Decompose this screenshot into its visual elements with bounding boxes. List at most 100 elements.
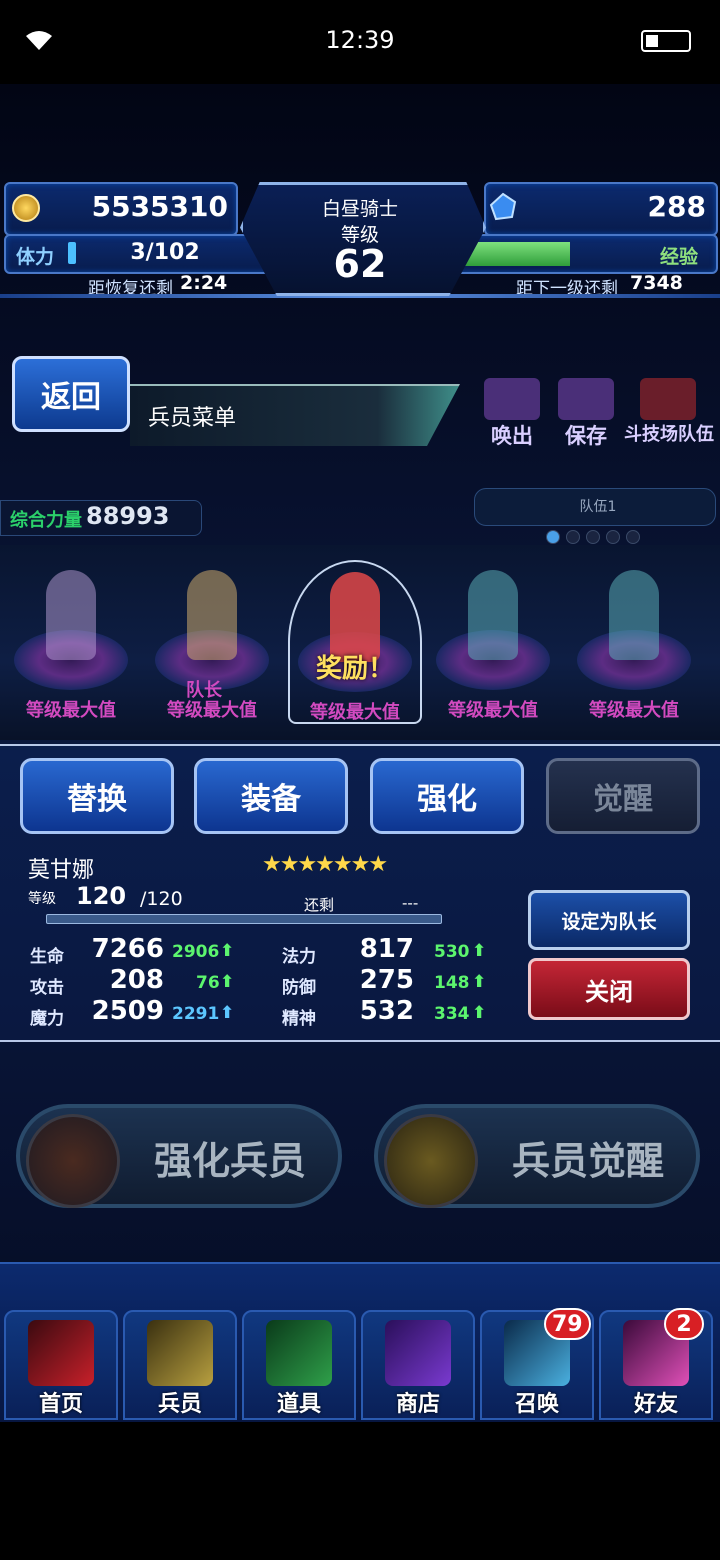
team-load-icon <box>484 378 540 420</box>
stat-value: 7266 <box>91 934 164 964</box>
equip-button[interactable]: 装备 <box>194 758 348 834</box>
load-team-label: 唤出 <box>491 424 533 448</box>
save-team-label: 保存 <box>565 424 607 448</box>
unit-slot-4[interactable]: 等级最大值 <box>428 560 558 721</box>
shop-icon <box>385 1320 451 1386</box>
stat-bonus: 2906 <box>172 942 220 962</box>
page-dot[interactable] <box>626 530 640 544</box>
stat-value: 2509 <box>91 996 164 1026</box>
unit-state: 等级最大值 <box>448 700 538 721</box>
unit-state: 等级最大值 <box>26 700 116 721</box>
page-dot[interactable] <box>586 530 600 544</box>
unit-level-max: /120 <box>140 888 183 910</box>
exp-remain-value: --- <box>402 894 419 912</box>
load-team-button[interactable]: 唤出 <box>478 372 546 448</box>
up-arrow-icon: ⬆ <box>220 1003 235 1023</box>
stamina-label: 体力 <box>16 246 55 268</box>
awaken-medal-icon <box>384 1114 478 1208</box>
save-team-button[interactable]: 保存 <box>552 372 620 448</box>
unit-level-label: 等级 <box>28 891 56 907</box>
gem-value: 288 <box>647 190 706 223</box>
enhance-unit-label: 强化兵员 <box>153 1139 306 1183</box>
page-dot[interactable] <box>606 530 620 544</box>
nav-items-label: 道具 <box>276 1392 321 1417</box>
screen-title: 兵员菜单 <box>148 406 237 431</box>
sword-home-icon <box>28 1320 94 1386</box>
awaken-unit-button[interactable]: 兵员觉醒 <box>374 1104 700 1208</box>
unit-hero-icon <box>147 1320 213 1386</box>
reward-badge: 奖励！ <box>316 654 395 684</box>
stat-bonus: 530 <box>434 942 470 962</box>
next-level-value: 7348 <box>630 272 683 294</box>
unit-sprite <box>46 570 96 660</box>
battery-icon <box>641 30 691 52</box>
up-arrow-icon: ⬆ <box>472 972 487 992</box>
party-label: 队伍1 <box>579 499 617 515</box>
nav-friends-label: 好友 <box>633 1392 678 1417</box>
close-button[interactable]: 关闭 <box>528 958 690 1020</box>
page-dot[interactable] <box>566 530 580 544</box>
level-value: 62 <box>333 242 387 286</box>
enhance-medal-icon <box>26 1114 120 1208</box>
up-arrow-icon: ⬆ <box>220 941 235 961</box>
exp-remain-label: 还剩 <box>304 896 335 914</box>
unit-slot-5[interactable]: 等级最大值 <box>569 560 699 721</box>
player-title: 白昼骑士 <box>321 198 398 220</box>
arena-team-button[interactable]: 斗技场队伍 <box>624 372 714 445</box>
stat-value: 208 <box>109 965 164 995</box>
gil-value: 5535310 <box>91 190 228 223</box>
lapis-gem-icon <box>489 192 517 221</box>
stat-value: 532 <box>359 996 414 1026</box>
replace-button[interactable]: 替换 <box>20 758 174 834</box>
nav-units-label: 兵员 <box>157 1392 202 1417</box>
stat-value: 817 <box>359 934 414 964</box>
nav-units[interactable]: 兵员 <box>123 1310 237 1420</box>
unit-slot-3[interactable]: 等级最大值 <box>288 560 422 724</box>
team-save-icon <box>558 378 614 420</box>
nav-shop-label: 商店 <box>395 1392 440 1417</box>
nav-home[interactable]: 首页 <box>4 1310 118 1420</box>
up-arrow-icon: ⬆ <box>472 941 487 961</box>
gil-coin-icon <box>12 194 40 222</box>
unit-sprite <box>468 570 518 660</box>
enhance-unit-button[interactable]: 强化兵员 <box>16 1104 342 1208</box>
unit-state: 等级最大值 <box>589 700 679 721</box>
stat-value: 275 <box>359 965 414 995</box>
stamina-value: 3/102 <box>130 240 200 265</box>
unit-name: 莫甘娜 <box>28 858 95 883</box>
power-label: 综合力量 <box>10 510 82 531</box>
power-value: 88993 <box>86 502 170 530</box>
exp-label: 经验 <box>660 246 699 268</box>
stat-bonus: 334 <box>434 1004 470 1024</box>
awaken-button: 觉醒 <box>546 758 700 834</box>
rarity-stars: ★★★★★★★ <box>262 852 388 877</box>
up-arrow-icon: ⬆ <box>472 1003 487 1023</box>
nav-shop[interactable]: 商店 <box>361 1310 475 1420</box>
unit-exp-bar <box>46 914 442 924</box>
arena-team-label: 斗技场队伍 <box>624 424 714 445</box>
page-dot[interactable] <box>546 530 560 544</box>
recover-time: 2:24 <box>180 272 228 294</box>
enhance-button[interactable]: 强化 <box>370 758 524 834</box>
unit-sprite <box>187 570 237 660</box>
set-leader-button[interactable]: 设定为队长 <box>528 890 690 950</box>
nav-home-label: 首页 <box>38 1392 83 1417</box>
unit-state: 等级最大值 <box>310 702 400 723</box>
friends-badge: 2 <box>664 1308 704 1340</box>
stamina-bar <box>68 242 76 264</box>
unit-sprite <box>609 570 659 660</box>
clock: 12:39 <box>325 26 395 54</box>
stat-bonus: 2291 <box>172 1004 220 1024</box>
back-button[interactable]: 返回 <box>12 356 130 432</box>
unit-slot-1[interactable]: 等级最大值 <box>6 560 136 721</box>
stat-bonus: 76 <box>196 973 220 993</box>
awaken-unit-label: 兵员觉醒 <box>511 1139 664 1183</box>
up-arrow-icon: ⬆ <box>220 972 235 992</box>
potion-icon <box>266 1320 332 1386</box>
nav-summon-label: 召唤 <box>514 1392 559 1417</box>
leader-tag: 队长 <box>186 680 222 701</box>
nav-items[interactable]: 道具 <box>242 1310 356 1420</box>
stat-bonus: 148 <box>434 973 470 993</box>
summon-badge: 79 <box>544 1308 591 1340</box>
bottom-letterbox <box>0 1420 720 1560</box>
